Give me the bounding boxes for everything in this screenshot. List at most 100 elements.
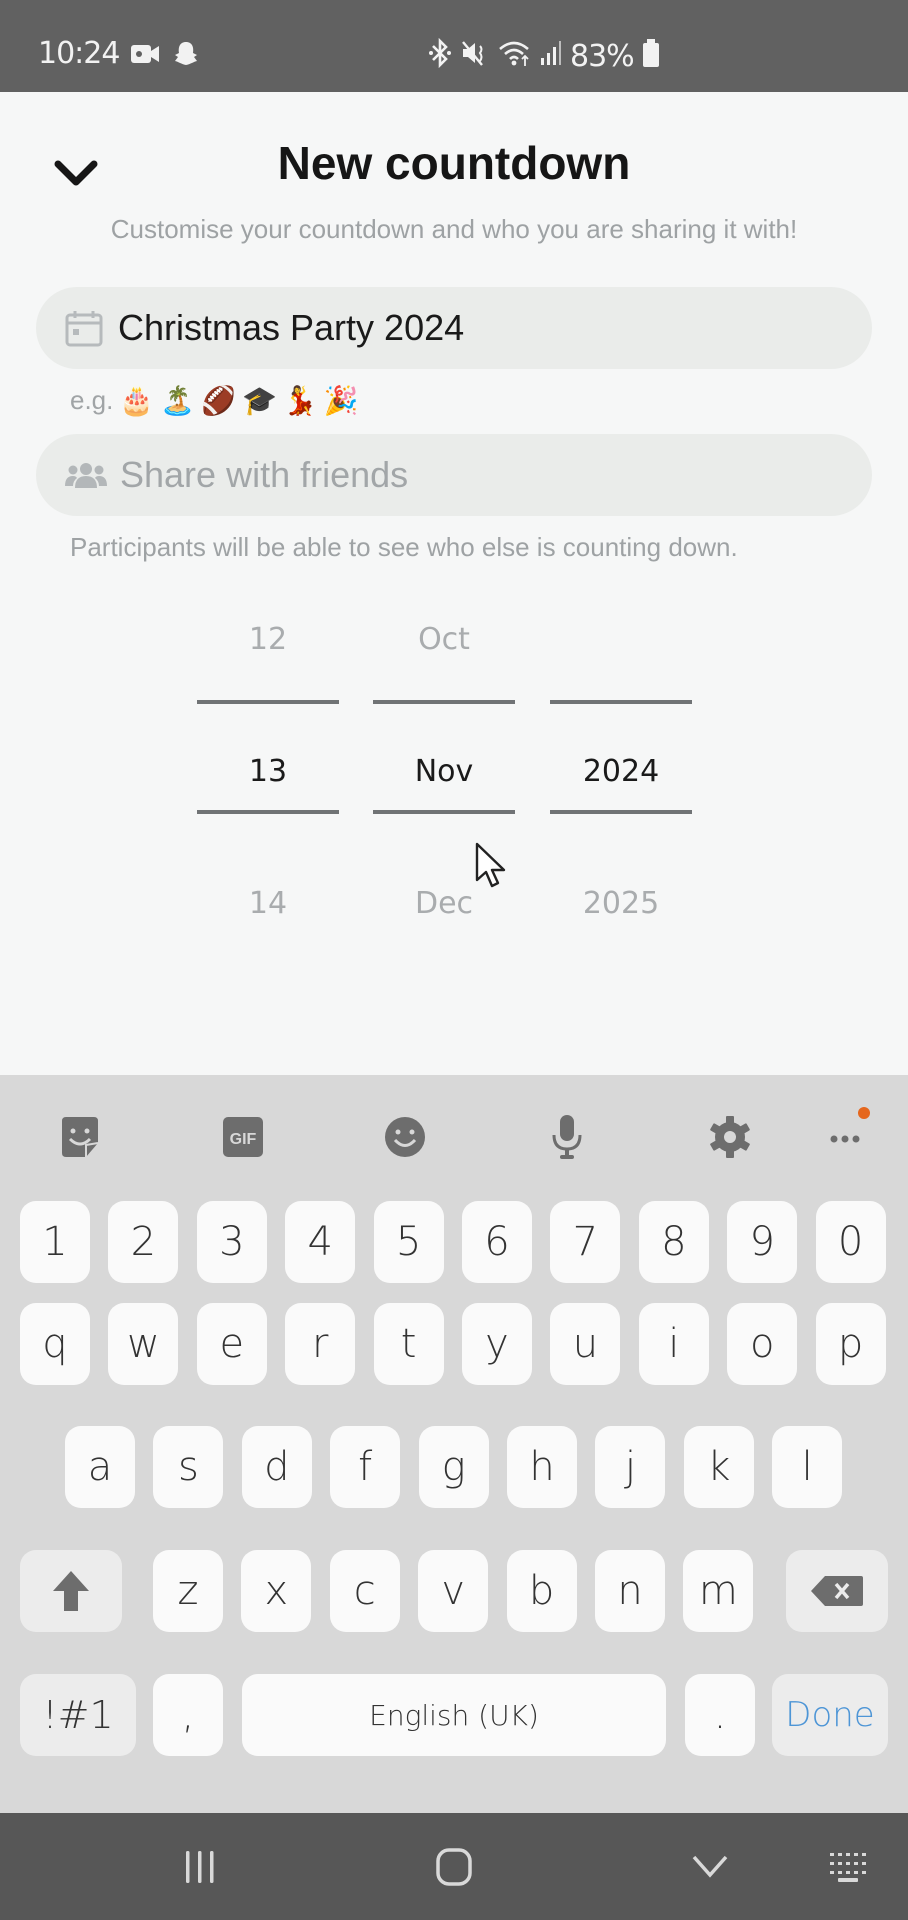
key-w[interactable]: w — [108, 1303, 179, 1385]
key-s[interactable]: s — [153, 1426, 224, 1508]
key-n[interactable]: n — [595, 1550, 665, 1632]
key-9[interactable]: 9 — [727, 1201, 798, 1283]
key-4[interactable]: 4 — [285, 1201, 356, 1283]
countdown-name-field[interactable]: Christmas Party 2024 — [36, 287, 872, 369]
key-q[interactable]: q — [20, 1303, 90, 1385]
backspace-key[interactable] — [786, 1550, 888, 1632]
key-h[interactable]: h — [507, 1426, 577, 1508]
gif-button[interactable]: GIF — [213, 1107, 273, 1167]
gif-icon: GIF — [223, 1117, 263, 1157]
key-m[interactable]: m — [683, 1550, 754, 1632]
shift-icon — [53, 1571, 89, 1611]
countdown-name-value[interactable]: Christmas Party 2024 — [118, 307, 464, 349]
year-selected[interactable]: 2024 — [550, 754, 692, 789]
key-y[interactable]: y — [462, 1303, 532, 1385]
status-bar: 10:24 83% — [0, 0, 908, 92]
emoji-football: 🏈 — [201, 385, 236, 416]
home-button[interactable] — [430, 1843, 478, 1891]
key-o[interactable]: o — [727, 1303, 798, 1385]
key-v[interactable]: v — [418, 1550, 489, 1632]
new-countdown-screen: New countdown Customise your countdown a… — [0, 92, 908, 1075]
emoji-island: 🏝️ — [160, 385, 196, 416]
key-r[interactable]: r — [285, 1303, 356, 1385]
emoji-cake: 🎂 — [119, 385, 155, 416]
calendar-icon — [65, 311, 103, 347]
key-3[interactable]: 3 — [196, 1201, 267, 1283]
day-divider-top — [197, 700, 339, 704]
key-p[interactable]: p — [815, 1303, 886, 1385]
sticker-icon — [62, 1117, 99, 1157]
keyboard: GIF 1234567890 qwertyuiop asdfghjkl zxcvbnm… — [0, 1075, 908, 1813]
microphone-icon — [552, 1115, 582, 1159]
mute-icon — [460, 38, 490, 75]
year-next[interactable]: 2025 — [550, 886, 692, 921]
examples-label: e.g. — [70, 385, 114, 415]
recent-apps-icon — [186, 1851, 214, 1883]
symbols-key[interactable]: !#1 — [20, 1674, 136, 1756]
more-options-button[interactable] — [818, 1107, 878, 1167]
snapchat-ghost-icon — [172, 40, 200, 73]
key-period[interactable]: . — [685, 1674, 755, 1756]
shift-key[interactable] — [20, 1550, 122, 1632]
key-d[interactable]: d — [241, 1426, 312, 1508]
day-divider-bottom — [197, 810, 339, 814]
share-with-friends-field[interactable]: Share with friends — [36, 434, 872, 516]
home-icon — [436, 1848, 472, 1886]
key-8[interactable]: 8 — [638, 1201, 709, 1283]
day-next[interactable]: 14 — [197, 886, 339, 921]
emoji-examples: e.g. 🎂 🏝️ 🏈 🎓 💃 🎉 — [70, 384, 359, 417]
key-c[interactable]: c — [329, 1550, 400, 1632]
key-7[interactable]: 7 — [550, 1201, 621, 1283]
key-f[interactable]: f — [330, 1426, 401, 1508]
key-5[interactable]: 5 — [373, 1201, 444, 1283]
month-divider-bottom — [373, 810, 515, 814]
svg-text:GIF: GIF — [230, 1131, 257, 1148]
video-recording-icon — [130, 42, 160, 71]
status-time: 10:24 — [38, 36, 120, 71]
sticker-button[interactable] — [50, 1107, 110, 1167]
key-1[interactable]: 1 — [20, 1201, 90, 1283]
emoji-button[interactable] — [375, 1107, 435, 1167]
key-e[interactable]: e — [196, 1303, 267, 1385]
key-k[interactable]: k — [683, 1426, 754, 1508]
key-b[interactable]: b — [506, 1550, 577, 1632]
key-i[interactable]: i — [638, 1303, 709, 1385]
year-divider-top — [550, 700, 692, 704]
hide-keyboard-icon — [692, 1855, 728, 1878]
month-prev[interactable]: Oct — [373, 622, 515, 657]
done-key[interactable]: Done — [772, 1674, 888, 1756]
settings-icon — [710, 1116, 750, 1158]
keyboard-switch-button[interactable] — [826, 1843, 874, 1891]
key-comma[interactable]: , — [153, 1674, 223, 1756]
key-2[interactable]: 2 — [108, 1201, 179, 1283]
signal-icon — [540, 38, 562, 75]
battery-icon — [642, 38, 660, 75]
emoji-graduation-cap: 🎓 — [242, 385, 277, 416]
share-placeholder: Share with friends — [120, 454, 409, 495]
key-0[interactable]: 0 — [815, 1201, 886, 1283]
key-x[interactable]: x — [241, 1550, 312, 1632]
year-divider-bottom — [550, 810, 692, 814]
recent-apps-button[interactable] — [176, 1843, 224, 1891]
day-selected[interactable]: 13 — [197, 754, 339, 789]
space-bar[interactable]: English (UK) — [242, 1674, 666, 1756]
key-6[interactable]: 6 — [462, 1201, 532, 1283]
key-z[interactable]: z — [153, 1550, 223, 1632]
hide-keyboard-button[interactable] — [688, 1843, 732, 1891]
battery-percent: 83% — [570, 39, 635, 74]
emoji-dancer: 💃 — [282, 385, 318, 416]
more-icon — [830, 1135, 860, 1143]
day-prev[interactable]: 12 — [197, 622, 339, 657]
key-a[interactable]: a — [65, 1426, 135, 1508]
key-g[interactable]: g — [418, 1426, 489, 1508]
keyboard-settings-button[interactable] — [700, 1107, 760, 1167]
voice-input-button[interactable] — [537, 1107, 597, 1167]
key-t[interactable]: t — [373, 1303, 444, 1385]
key-u[interactable]: u — [550, 1303, 621, 1385]
month-selected[interactable]: Nov — [373, 754, 515, 789]
emoji-party-popper: 🎉 — [323, 385, 359, 416]
bluetooth-icon — [428, 37, 452, 75]
backspace-icon — [811, 1576, 863, 1606]
key-j[interactable]: j — [595, 1426, 666, 1508]
key-l[interactable]: l — [772, 1426, 843, 1508]
